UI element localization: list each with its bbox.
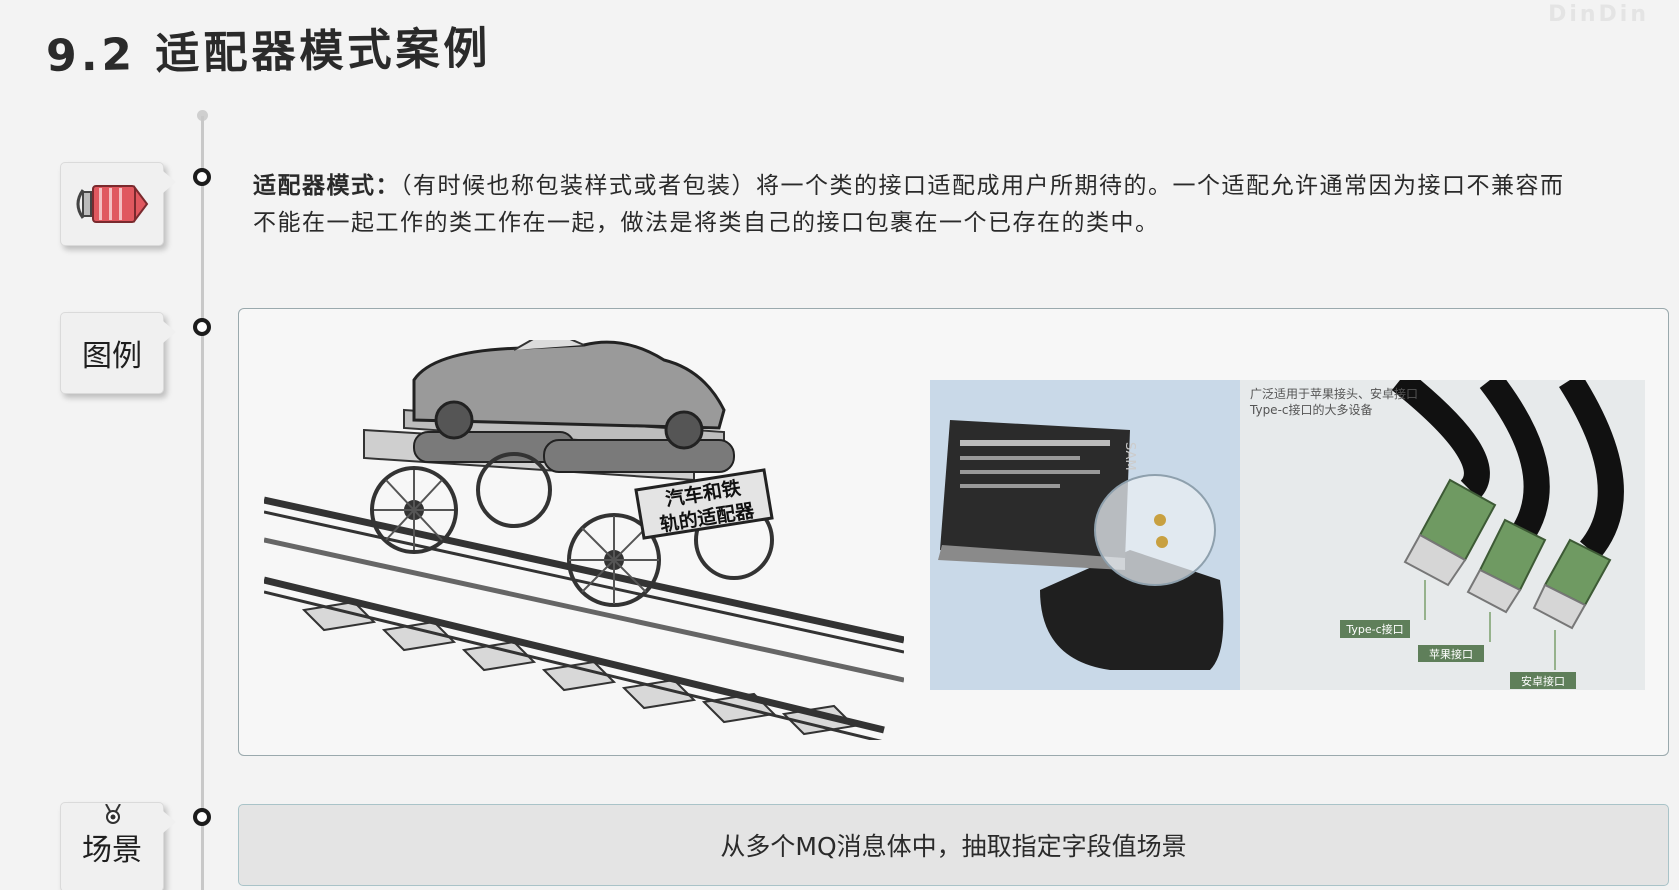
battery-charger-photo: SAM (930, 380, 1240, 690)
slide: 9.2 适配器模式案例 DinDin 图例 场景 适配器模式：（有时候也称包装样… (0, 0, 1679, 890)
cable-photo: 广泛适用于苹果接头、安卓接口 Type-c接口的大多设备 Type-c接口 苹果… (1240, 369, 1645, 690)
tag-scene-label: 场景 (82, 833, 142, 868)
timeline-dot-scene (193, 808, 211, 826)
timeline-line (201, 116, 204, 890)
cable-caption-line2: Type-c接口的大多设备 (1249, 402, 1373, 417)
cable-caption-line1: 广泛适用于苹果接头、安卓接口 (1250, 386, 1418, 401)
cable-label-typec: Type-c接口 (1345, 623, 1403, 636)
cable-label-android: 安卓接口 (1521, 674, 1565, 688)
scene-box: 从多个MQ消息体中，抽取指定字段值场景 (238, 804, 1669, 886)
watermark: DinDin (1548, 2, 1649, 27)
definition-text: 适配器模式：（有时候也称包装样式或者包装）将一个类的接口适配成用户所期待的。一个… (253, 167, 1583, 242)
cable-label-apple: 苹果接口 (1429, 647, 1473, 661)
battery-brand-text: SAM (1122, 442, 1137, 471)
tag-example: 图例 (60, 312, 176, 394)
medal-icon (105, 804, 121, 824)
car-rail-adapter-illustration: 汽车和铁 轨的适配器 (264, 340, 904, 740)
definition-body: （有时候也称包装样式或者包装）将一个类的接口适配成用户所期待的。一个适配允许通常… (253, 173, 1565, 236)
tag-definition (60, 162, 176, 246)
slide-title: 9.2 适配器模式案例 (45, 23, 492, 82)
timeline-dot-definition (193, 168, 211, 186)
timeline-dot-example (193, 318, 211, 336)
definition-label: 适配器模式： (253, 172, 400, 199)
cable-illustration: 广泛适用于苹果接头、安卓接口 Type-c接口的大多设备 Type-c接口 苹果… (1240, 369, 1645, 690)
adapter-plug-icon (76, 185, 149, 223)
scene-text: 从多个MQ消息体中，抽取指定字段值场景 (720, 832, 1187, 861)
